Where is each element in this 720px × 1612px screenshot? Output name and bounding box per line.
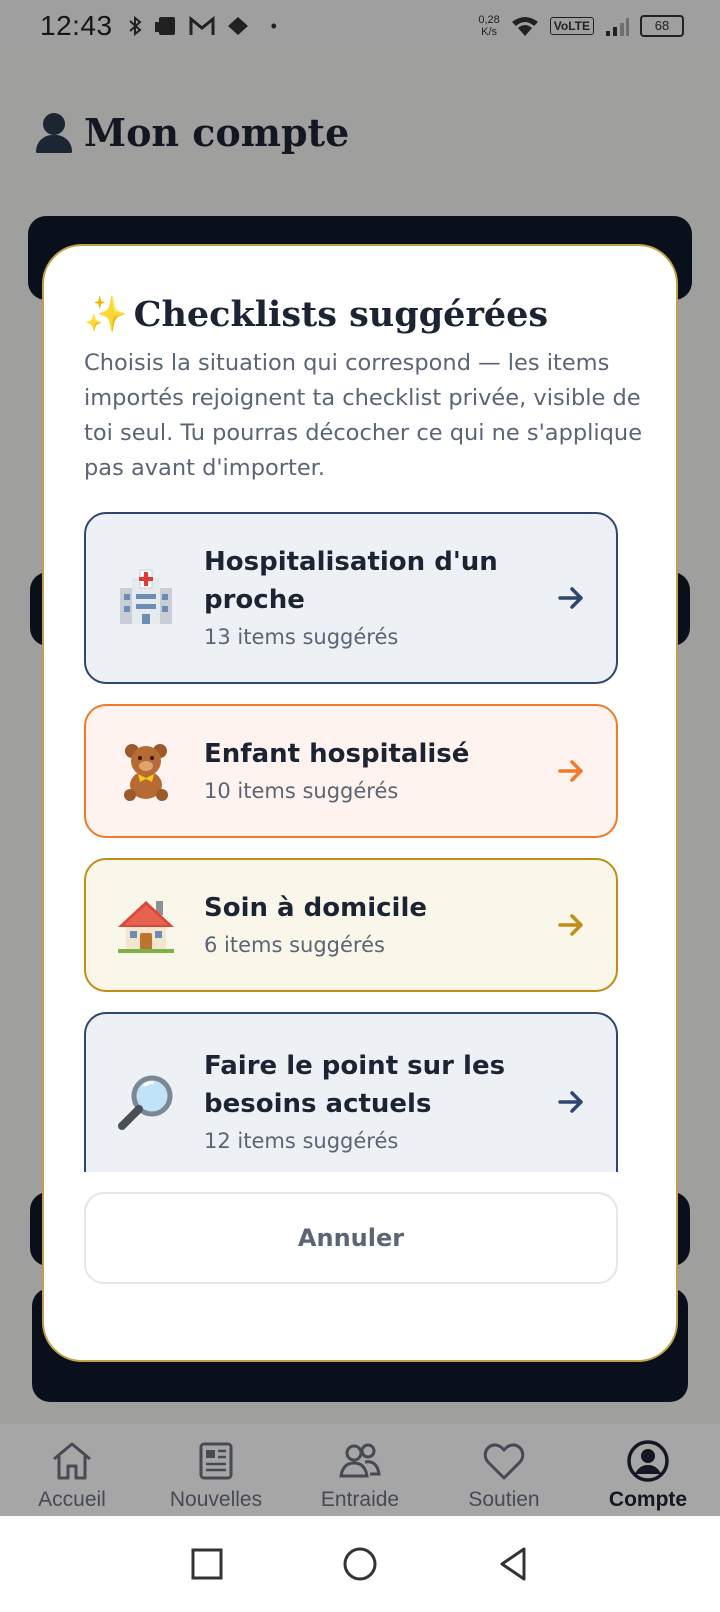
checklist-option-hospitalisation[interactable]: Hospitalisation d'un proche 13 items sug… bbox=[84, 512, 618, 684]
teddy-bear-icon bbox=[114, 739, 178, 803]
option-name: Enfant hospitalisé bbox=[204, 739, 470, 769]
option-text: Faire le point sur les besoins actuels 1… bbox=[204, 1047, 546, 1157]
option-text: Hospitalisation d'un proche 13 items sug… bbox=[204, 543, 546, 653]
checklist-options-list[interactable]: Hospitalisation d'un proche 13 items sug… bbox=[84, 512, 620, 1172]
option-count: 10 items suggérés bbox=[204, 779, 399, 803]
checklist-option-besoins[interactable]: Faire le point sur les besoins actuels 1… bbox=[84, 1012, 618, 1172]
arrow-right-icon bbox=[558, 760, 583, 782]
suggested-checklists-modal: ✨ Checklists suggérées Choisis la situati… bbox=[42, 244, 678, 1362]
option-name: Hospitalisation d'un proche bbox=[204, 547, 498, 615]
arrow-right-icon bbox=[558, 1091, 583, 1113]
hospital-icon bbox=[114, 566, 178, 630]
checklist-option-enfant[interactable]: Enfant hospitalisé 10 items suggérés bbox=[84, 704, 618, 838]
option-text: Enfant hospitalisé 10 items suggérés bbox=[204, 735, 546, 807]
arrow-right-icon bbox=[558, 587, 583, 609]
option-count: 13 items suggérés bbox=[204, 625, 399, 649]
modal-title-text: Checklists suggérées bbox=[133, 294, 549, 335]
option-text: Soin à domicile 6 items suggérés bbox=[204, 889, 546, 961]
home-circle-icon[interactable] bbox=[341, 1545, 379, 1583]
option-name: Soin à domicile bbox=[204, 893, 428, 923]
modal-description: Choisis la situation qui correspond — le… bbox=[84, 350, 643, 481]
cancel-button[interactable]: Annuler bbox=[84, 1192, 618, 1284]
option-count: 6 items suggérés bbox=[204, 933, 385, 957]
system-nav-bar bbox=[0, 1516, 720, 1612]
option-name: Faire le point sur les besoins actuels bbox=[204, 1051, 506, 1119]
magnifier-icon bbox=[114, 1070, 178, 1134]
modal-title: ✨ Checklists suggérées bbox=[84, 294, 548, 335]
arrow-right-icon bbox=[558, 914, 583, 936]
option-count: 12 items suggérés bbox=[204, 1129, 399, 1153]
checklist-option-domicile[interactable]: Soin à domicile 6 items suggérés bbox=[84, 858, 618, 992]
recents-icon[interactable] bbox=[188, 1545, 226, 1583]
back-icon[interactable] bbox=[494, 1545, 532, 1583]
sparkles-icon: ✨ bbox=[84, 294, 128, 335]
house-icon bbox=[114, 893, 178, 957]
